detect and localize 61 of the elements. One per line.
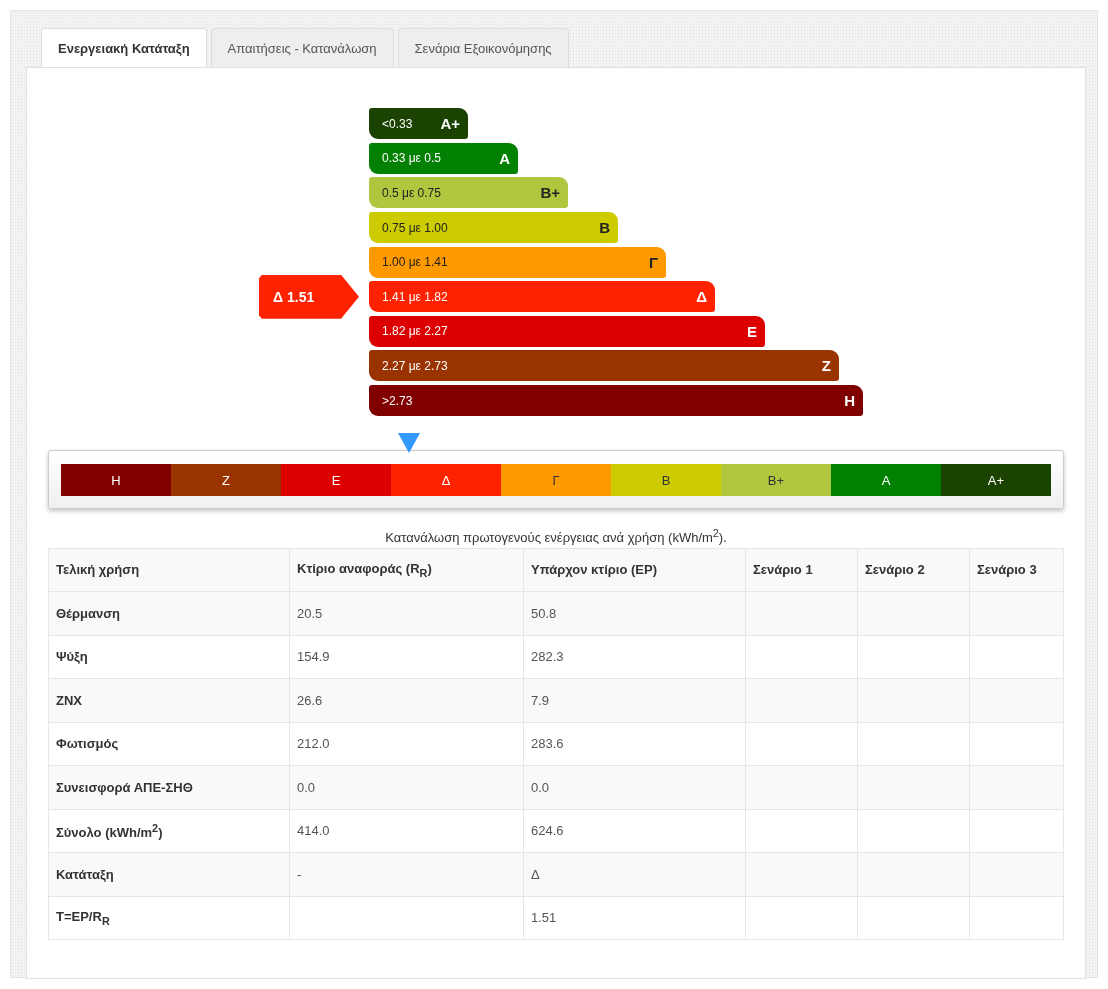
segment-label: Α [881,472,891,488]
segment-label: Β [661,472,671,488]
row-label: Φωτισμός [48,722,290,766]
bar-class: B+ [540,184,560,202]
bar-class: Ζ [821,357,831,375]
table-cell: 26.6 [289,678,524,723]
table-cell: 0.0 [523,765,746,810]
segment-label: Γ [552,472,560,488]
column-header: Κτίριο αναφοράς (R$_{R}$) [289,548,524,592]
column-header: Τελική χρήση [48,548,290,592]
table-cell: 283.6 [523,722,746,766]
bar-range: >2.73 [382,393,413,408]
bar-range: 1.82 με 2.27 [382,324,448,339]
table-cell: 282.3 [523,635,746,679]
bar-range: 0.5 με 0.75 [382,186,441,200]
rating-indicator: Δ 1.51 [259,274,359,319]
bar-class: A [499,149,510,167]
bar-range: <0.33 [382,116,413,131]
row-label: Σύνολο (kWh/m$^{2}$) [48,809,290,853]
table-cell: - [289,852,524,897]
segment-label: Ε [331,472,341,488]
bar-class: Η [844,392,855,410]
table-cell: 154.9 [289,635,524,679]
bar-range: 2.27 με 2.73 [382,358,448,373]
column-header: Υπάρχον κτίριο (EP) [523,548,746,592]
segment-label: Δ [441,472,451,488]
tab[interactable]: Σενάρια Εξοικονόμησης [397,28,569,67]
segment-label: Β+ [767,472,785,488]
bar-range: 0.33 με 0.5 [382,151,441,166]
bar-class: Ε [747,322,757,340]
table-cell: 7.9 [523,678,746,723]
row-label: T=EP/R$_{R}$ [48,896,290,940]
segment-label: Α+ [987,472,1005,488]
table-cell: 50.8 [523,591,746,636]
bar-range: 1.41 με 1.82 [382,289,448,304]
table-cell: 0.0 [289,765,524,810]
bar-range: 0.75 με 1.00 [382,220,448,235]
row-label: Κατάταξη [48,852,290,897]
table-cell: 624.6 [523,809,746,853]
table-cell: 212.0 [289,722,524,766]
segment-label: Η [111,472,121,488]
bar-class: Γ [648,253,658,271]
table-cell: Δ [523,852,746,897]
column-header: Σενάριο 1 [745,548,858,592]
column-header: Σενάριο 3 [969,548,1064,592]
tab[interactable]: Ενεργειακή Κατάταξη [41,28,207,67]
tab[interactable]: Απαιτήσεις - Κατανάλωση [210,28,394,67]
bar-class: A+ [440,115,460,133]
table-caption: Κατανάλωση πρωτογενούς ενέργειας ανά χρήση (kWh/m$^{2}$). [384,527,728,546]
bar-class: Δ [696,288,707,306]
column-header: Σενάριο 2 [857,548,970,592]
bar-class: B [599,219,610,237]
row-label: Θέρμανση [48,591,290,636]
segment-label: Ζ [222,472,230,488]
row-label: Συνεισφορά ΑΠΕ-ΣΗΘ [48,765,290,810]
table-cell: 20.5 [289,591,524,636]
row-label: ΖΝΧ [48,678,290,723]
table-cell: 414.0 [289,809,524,853]
table-cell: 1.51 [523,896,746,940]
bar-range: 1.00 με 1.41 [382,255,448,270]
row-label: Ψύξη [48,635,290,679]
